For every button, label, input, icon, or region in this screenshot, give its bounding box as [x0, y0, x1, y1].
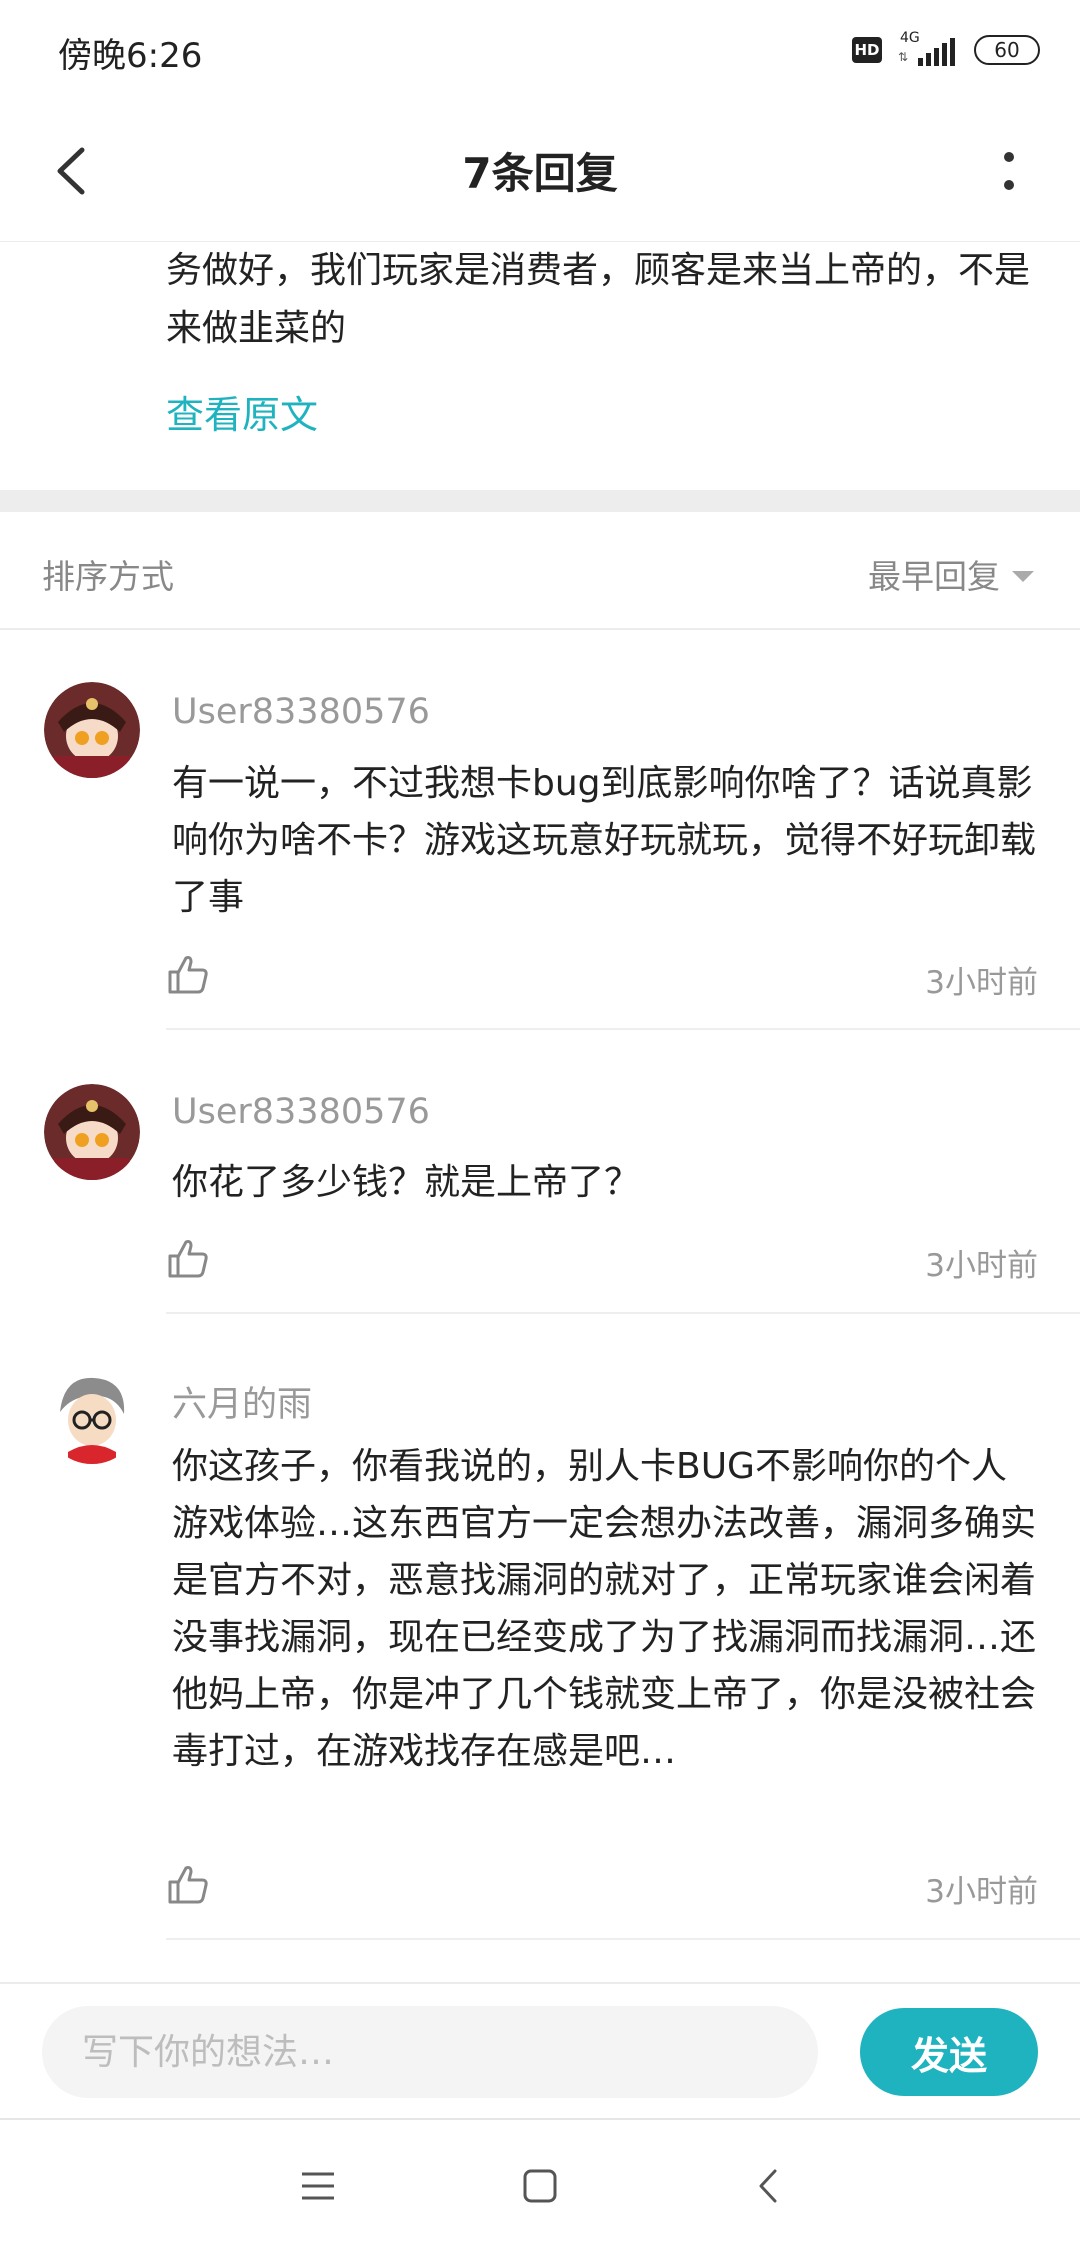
comment-username[interactable]: 六月的雨 — [172, 1376, 312, 1427]
status-bar: 傍晚6:26 HD 4G ⇅ 60 — [0, 0, 1080, 100]
signal-bars-icon — [918, 38, 955, 66]
sort-bar: 排序方式 最早回复 — [0, 512, 1080, 630]
comment-username[interactable]: User83380576 — [172, 692, 430, 732]
thumbs-up-icon — [168, 956, 208, 994]
back-icon — [759, 2169, 777, 2203]
avatar-image — [44, 682, 140, 778]
comment-time: 3小时前 — [925, 965, 1038, 1001]
reply-page: 傍晚6:26 HD 4G ⇅ 60 7条回复 务做好，我们玩家是消费者，顾客是来… — [0, 0, 1080, 2248]
data-arrows-icon: ⇅ — [898, 50, 909, 64]
menu-icon — [302, 2172, 334, 2200]
avatar-image — [44, 1084, 140, 1180]
page-title: 7条回复 — [462, 149, 618, 198]
reply-input-bar: 发送 — [0, 1982, 1080, 2118]
comment-divider — [166, 1312, 1080, 1314]
comment-username[interactable]: User83380576 — [172, 1092, 430, 1132]
more-vertical-icon — [1004, 152, 1014, 190]
status-icons: HD 4G ⇅ 60 — [852, 30, 1040, 70]
thumbs-up-icon — [168, 1240, 208, 1278]
header-bar: 7条回复 — [0, 100, 1080, 242]
avatar[interactable] — [44, 1084, 140, 1180]
comment-text: 你这孩子，你看我说的，别人卡BUG不影响你的个人游戏体验…这东西官方一定会想办法… — [172, 1446, 1037, 1772]
like-button[interactable] — [166, 1862, 210, 1906]
system-back-button[interactable] — [738, 2156, 798, 2216]
avatar-image — [44, 1368, 140, 1464]
system-menu-button[interactable] — [288, 2156, 348, 2216]
send-button[interactable]: 发送 — [860, 2008, 1038, 2096]
section-divider — [0, 490, 1080, 512]
like-button[interactable] — [166, 1236, 210, 1280]
reply-input[interactable] — [42, 2006, 818, 2098]
system-nav-bar — [0, 2118, 1080, 2248]
sort-dropdown[interactable]: 最早回复 — [868, 550, 1034, 598]
view-original-link[interactable]: 查看原文 — [166, 384, 318, 439]
comment-text: 你花了多少钱？就是上帝了？ — [172, 1162, 641, 1203]
sort-selected-value: 最早回复 — [868, 557, 1000, 596]
original-post-text: 务做好，我们玩家是消费者，顾客是来当上帝的，不是来做韭菜的 — [166, 250, 1031, 349]
avatar[interactable] — [44, 1368, 140, 1464]
avatar[interactable] — [44, 682, 140, 778]
comment-divider — [166, 1028, 1080, 1030]
comment-text: 有一说一，不过我想卡bug到底影响你啥了？话说真影响你为啥不卡？游戏这玩意好玩就… — [172, 763, 1037, 918]
home-square-icon — [523, 2169, 557, 2203]
thumbs-up-icon — [168, 1866, 208, 1904]
caret-down-icon — [1012, 570, 1034, 582]
sort-label: 排序方式 — [42, 557, 174, 596]
comment-divider — [166, 1938, 1080, 1940]
like-button[interactable] — [166, 952, 210, 996]
network-type: 4G — [900, 30, 920, 46]
comment-time: 3小时前 — [925, 1248, 1038, 1284]
more-button[interactable] — [974, 136, 1044, 206]
system-home-button[interactable] — [510, 2156, 570, 2216]
original-post: 务做好，我们玩家是消费者，顾客是来当上帝的，不是来做韭菜的 查看原文 — [0, 242, 1080, 490]
signal-icon: 4G ⇅ — [896, 30, 960, 68]
hd-icon: HD — [852, 37, 882, 63]
battery-icon: 60 — [974, 35, 1040, 65]
status-time: 傍晚6:26 — [58, 36, 203, 76]
comment-time: 3小时前 — [925, 1874, 1038, 1910]
